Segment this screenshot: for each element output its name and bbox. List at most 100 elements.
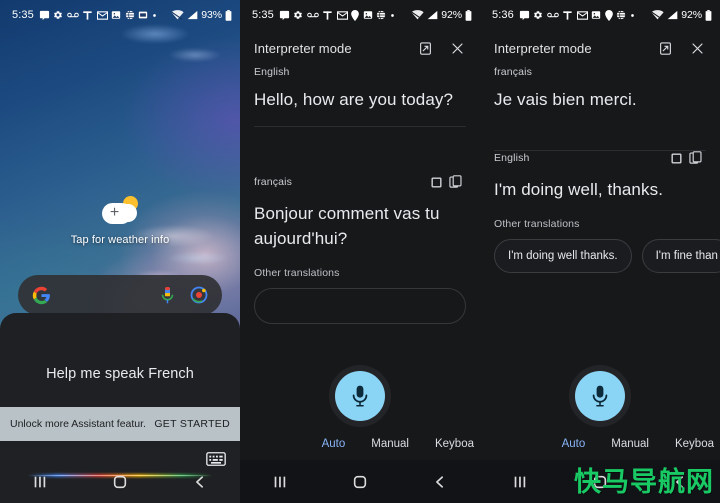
copy-icon[interactable] [446,172,466,192]
segment-text: Hello, how are you today? [254,90,454,109]
open-in-new-icon[interactable] [654,37,676,59]
microphone-button-wrap [240,365,480,427]
status-icon-group [39,10,171,21]
assistant-listening-area[interactable] [0,446,240,477]
status-right-group: 93% [171,9,232,21]
translation-chip[interactable]: I'm doing well thanks. [494,239,632,273]
fullscreen-icon[interactable] [426,172,446,192]
tab-keyboard[interactable]: Keyboa [675,438,714,450]
settings-gear-icon [53,10,63,20]
signal-icon [187,10,198,20]
google-lens-icon[interactable] [190,286,208,304]
fullscreen-icon[interactable] [666,148,686,168]
tab-manual[interactable]: Manual [611,438,649,450]
segment-header: français [494,66,706,78]
segment-translation: English I'm doing well, thanks. Other tr… [480,148,720,273]
tab-auto[interactable]: Auto [322,438,346,450]
settings-gear-icon [533,10,543,20]
segment-divider [254,126,466,127]
globe-icon [376,10,386,20]
t-mobile-icon [82,10,93,21]
segment-header: English [254,66,466,78]
google-g-logo-icon [32,286,51,305]
status-icon-group [279,9,411,21]
battery-percent: 93% [201,9,222,21]
segment-source: English Hello, how are you today? [240,66,480,127]
back-icon[interactable] [423,465,457,499]
t-mobile-icon [322,10,333,21]
interpreter-header: Interpreter mode [240,30,480,66]
assistant-sheet: Help me speak French Unlock more Assista… [0,313,240,503]
mail-icon [576,10,588,20]
segment-header: français [254,172,466,192]
tab-manual[interactable]: Manual [371,438,409,450]
dot-icon [390,13,395,18]
other-translations-label: Other translations [494,218,580,230]
segment-header: English [494,148,706,168]
battery-percent: 92% [681,9,702,21]
page-title: Interpreter mode [254,40,352,56]
segment-text: Je vais bien merci. [494,90,637,109]
location-pin-icon [351,9,360,21]
voicemail-icon [67,11,79,19]
message-icon [39,10,50,21]
status-time: 5:35 [252,9,274,21]
other-translations-placeholder[interactable] [254,288,466,324]
signal-icon [427,10,438,20]
voicemail-icon [307,11,319,19]
battery-icon [465,9,472,21]
copy-icon[interactable] [686,148,706,168]
other-translations-chip-row: I'm doing well thanks. I'm fine than [494,239,720,273]
home-icon[interactable] [103,465,137,499]
weather-icon: + [98,196,142,226]
navigation-bar [0,460,240,503]
assistant-promo-banner[interactable]: Unlock more Assistant featur... GET STAR… [0,407,240,441]
status-bar: 5:35 92% [240,0,480,30]
microphone-button-ring [569,365,631,427]
image-icon [111,10,121,20]
tab-keyboard[interactable]: Keyboa [435,438,474,450]
recents-icon[interactable] [503,465,537,499]
search-microphone-icon[interactable] [159,286,176,305]
status-bar: 5:36 92% [480,0,720,30]
image-icon [591,10,601,20]
segment-language-label: English [254,66,290,78]
panel-interpreter-en-fr: 5:35 92% Interpreter mode English Hello,… [240,0,480,503]
recents-icon[interactable] [263,465,297,499]
home-icon[interactable] [343,465,377,499]
close-icon[interactable] [686,37,708,59]
open-in-new-icon[interactable] [414,37,436,59]
globe-icon [616,10,626,20]
weather-widget[interactable]: + Tap for weather info [0,196,240,246]
globe-icon [125,10,135,20]
status-icon-group [519,9,651,21]
tab-auto[interactable]: Auto [562,438,586,450]
close-icon[interactable] [446,37,468,59]
segment-text: Bonjour comment vas tu aujourd'hui? [254,204,440,248]
segment-text: I'm doing well, thanks. [494,180,664,199]
microphone-button[interactable] [575,371,625,421]
other-translations-label: Other translations [254,267,340,279]
get-started-button[interactable]: GET STARTED [154,418,230,430]
google-search-bar[interactable] [18,275,222,315]
wifi-icon [411,10,424,20]
back-icon[interactable] [183,465,217,499]
segment-language-label: français [494,66,532,78]
microphone-button-wrap [480,365,720,427]
plus-icon: + [109,204,120,221]
microphone-button-ring [329,365,391,427]
status-right-group: 92% [651,9,712,21]
mail-icon [336,10,348,20]
status-time: 5:35 [12,9,34,21]
assistant-query-text: Help me speak French [46,366,194,382]
battery-icon [705,9,712,21]
status-right-group: 92% [411,9,472,21]
message-icon [519,10,530,21]
wifi-icon [651,10,664,20]
mail-icon [96,10,108,20]
recents-icon[interactable] [23,465,57,499]
microphone-button[interactable] [335,371,385,421]
battery-percent: 92% [441,9,462,21]
image-icon [363,10,373,20]
translation-chip[interactable]: I'm fine than [641,239,720,273]
